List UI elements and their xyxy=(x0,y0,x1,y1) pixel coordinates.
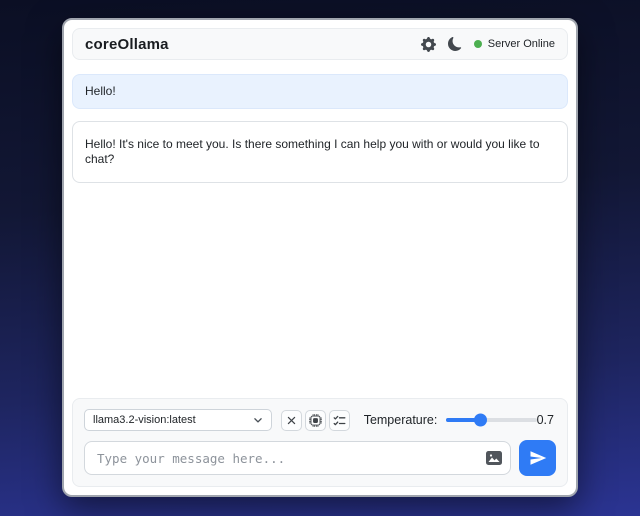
app-window: coreOllama Server Online Hello! Hello! I… xyxy=(62,18,578,497)
server-status: Server Online xyxy=(473,38,555,50)
app-title: coreOllama xyxy=(85,35,169,53)
temperature-value: 0.7 xyxy=(536,413,554,427)
moon-icon xyxy=(447,37,462,51)
send-button[interactable] xyxy=(519,440,556,476)
send-icon xyxy=(529,449,547,467)
gear-icon xyxy=(420,36,436,52)
user-message-bubble: Hello! xyxy=(72,74,568,109)
status-label: Server Online xyxy=(487,38,555,50)
message-input-wrap xyxy=(84,441,511,475)
header-actions: Server Online xyxy=(420,36,555,52)
model-select[interactable]: llama3.2-vision:latest xyxy=(84,409,272,431)
composer-panel: llama3.2-vision:latest Temperature: 0.7 … xyxy=(72,398,568,487)
composer-row xyxy=(84,440,556,476)
settings-button[interactable] xyxy=(420,36,436,52)
chevron-down-icon xyxy=(253,415,263,425)
chat-message-list: Hello! Hello! It's nice to meet you. Is … xyxy=(72,60,568,398)
attach-image-button[interactable] xyxy=(486,451,502,465)
theme-toggle-button[interactable] xyxy=(447,37,462,51)
status-online-dot xyxy=(473,40,482,48)
image-icon xyxy=(486,451,502,465)
checklist-icon xyxy=(333,414,346,427)
temperature-slider[interactable] xyxy=(446,409,537,431)
chat-action-buttons xyxy=(280,409,350,431)
controls-row: llama3.2-vision:latest Temperature: 0.7 xyxy=(84,409,556,431)
x-icon xyxy=(286,415,297,426)
clear-chat-button[interactable] xyxy=(280,409,302,431)
model-select-value: llama3.2-vision:latest xyxy=(93,414,196,426)
task-options-button[interactable] xyxy=(328,409,350,431)
assistant-message-bubble: Hello! It's nice to meet you. Is there s… xyxy=(72,121,568,183)
message-input[interactable] xyxy=(84,441,511,475)
cpu-icon xyxy=(308,413,322,427)
temperature-label: Temperature: xyxy=(363,413,438,427)
app-header: coreOllama Server Online xyxy=(72,28,568,60)
temperature-slider-thumb[interactable] xyxy=(473,413,487,427)
model-details-button[interactable] xyxy=(304,409,326,431)
